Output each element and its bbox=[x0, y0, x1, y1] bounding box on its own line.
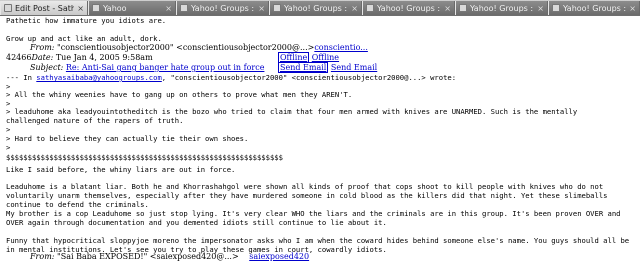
page-icon bbox=[92, 4, 100, 12]
tab-label: Yahoo! Groups : s... bbox=[284, 3, 348, 13]
close-icon[interactable]: × bbox=[77, 4, 84, 13]
body-line: Pathetic how immature you idiots are. bbox=[6, 16, 167, 25]
subject-link[interactable]: Re: Anti-Sai gang banger hate group out … bbox=[66, 63, 265, 72]
close-icon[interactable]: × bbox=[537, 4, 544, 13]
page-icon bbox=[4, 4, 12, 12]
send-email-link[interactable]: Send Email bbox=[331, 63, 377, 72]
tab-edit-post[interactable]: Edit Post - Sathya × bbox=[0, 1, 88, 15]
tab-yahoo-groups[interactable]: Yahoo! Groups : s... × bbox=[176, 1, 269, 15]
close-icon[interactable]: × bbox=[351, 4, 358, 13]
quote-line: > bbox=[6, 143, 11, 152]
body-paragraph: My brother is a cop Leaduhome so just st… bbox=[6, 209, 621, 227]
date-value: Tue Jan 4, 2005 9:58am bbox=[55, 53, 153, 62]
close-icon[interactable]: × bbox=[165, 4, 172, 13]
from-label: From: bbox=[30, 252, 55, 261]
from-value: "conscientiousobjector2000" <conscientio… bbox=[57, 43, 315, 52]
quote-header: --- In sathyasaibaba@yahoogroups.com, "c… bbox=[6, 73, 456, 82]
tab-yahoo-groups[interactable]: Yahoo! Groups : s... × bbox=[362, 1, 455, 15]
page-icon bbox=[459, 4, 467, 12]
quote-line: > leaduhome aka leadyouintotheditch is t… bbox=[6, 107, 578, 116]
close-icon[interactable]: × bbox=[444, 4, 451, 13]
from-value: "Sai Baba EXPOSED!" <saiexposed420@...> bbox=[57, 252, 239, 261]
close-icon[interactable]: × bbox=[258, 4, 265, 13]
tab-yahoo-groups[interactable]: Yahoo! Groups : s... × bbox=[455, 1, 548, 15]
tab-yahoo[interactable]: Yahoo × bbox=[88, 1, 176, 15]
page-icon bbox=[366, 4, 374, 12]
body-line: Grow up and act like an adult, dork. bbox=[6, 34, 162, 43]
next-from-row: From: "Sai Baba EXPOSED!" <saiexposed420… bbox=[30, 252, 309, 262]
quote-line: > bbox=[6, 125, 11, 134]
close-icon[interactable]: × bbox=[629, 4, 636, 13]
send-email-row: Send Email Send Email bbox=[278, 62, 377, 73]
from-label: From: bbox=[30, 43, 55, 52]
page-icon bbox=[180, 4, 188, 12]
tab-yahoo-groups[interactable]: Yahoo! Groups : s... × bbox=[269, 1, 362, 15]
tab-label: Yahoo! Groups : s... bbox=[377, 3, 441, 13]
body-paragraph: Like I said before, the whiny liars are … bbox=[6, 165, 236, 174]
quote-line: > All the whiny weenies have to gang up … bbox=[6, 90, 353, 99]
tab-label: Yahoo! Groups : s... bbox=[563, 3, 627, 13]
quote-attribution: , "conscientiousobjector2000" <conscient… bbox=[161, 73, 457, 82]
tab-label: Yahoo! Groups : s... bbox=[470, 3, 534, 13]
message-view: Pathetic how immature you idiots are. Gr… bbox=[0, 15, 640, 263]
tab-label: Edit Post - Sathya bbox=[15, 3, 74, 13]
date-row: 42466Date: Tue Jan 4, 2005 9:58am bbox=[6, 53, 153, 63]
offline-status-link[interactable]: Offline bbox=[312, 53, 339, 62]
send-email-button[interactable]: Send Email bbox=[278, 62, 329, 73]
body-paragraph: Leaduhome is a blatant liar. Both he and… bbox=[6, 182, 608, 209]
subject-row: Subject: Re: Anti-Sai gang banger hate g… bbox=[30, 63, 264, 73]
from-row: From: "conscientiousobjector2000" <consc… bbox=[30, 43, 368, 53]
page-icon bbox=[552, 4, 560, 12]
subject-label: Subject: bbox=[30, 63, 64, 72]
quote-prefix: --- In bbox=[6, 73, 37, 82]
browser-tab-bar: Edit Post - Sathya × Yahoo × Yahoo! Grou… bbox=[0, 0, 640, 16]
date-label: Date: bbox=[31, 53, 54, 62]
quote-line: > Hard to believe they can actually tie … bbox=[6, 134, 249, 143]
tab-label: Yahoo bbox=[103, 3, 127, 13]
group-email-link[interactable]: sathyasaibaba@yahoogroups.com bbox=[36, 73, 162, 82]
message-number: 42466 bbox=[6, 53, 32, 62]
divider-line: $$$$$$$$$$$$$$$$$$$$$$$$$$$$$$$$$$$$$$$$… bbox=[6, 153, 283, 162]
author-profile-link[interactable]: saiexposed420 bbox=[249, 252, 309, 261]
author-profile-link[interactable]: conscientio... bbox=[314, 43, 368, 52]
tab-yahoo-groups[interactable]: Yahoo! Groups : s... × bbox=[548, 1, 640, 15]
quote-line: challenged nature of the rapers of truth… bbox=[6, 116, 184, 125]
page-icon bbox=[273, 4, 281, 12]
tab-label: Yahoo! Groups : s... bbox=[191, 3, 255, 13]
